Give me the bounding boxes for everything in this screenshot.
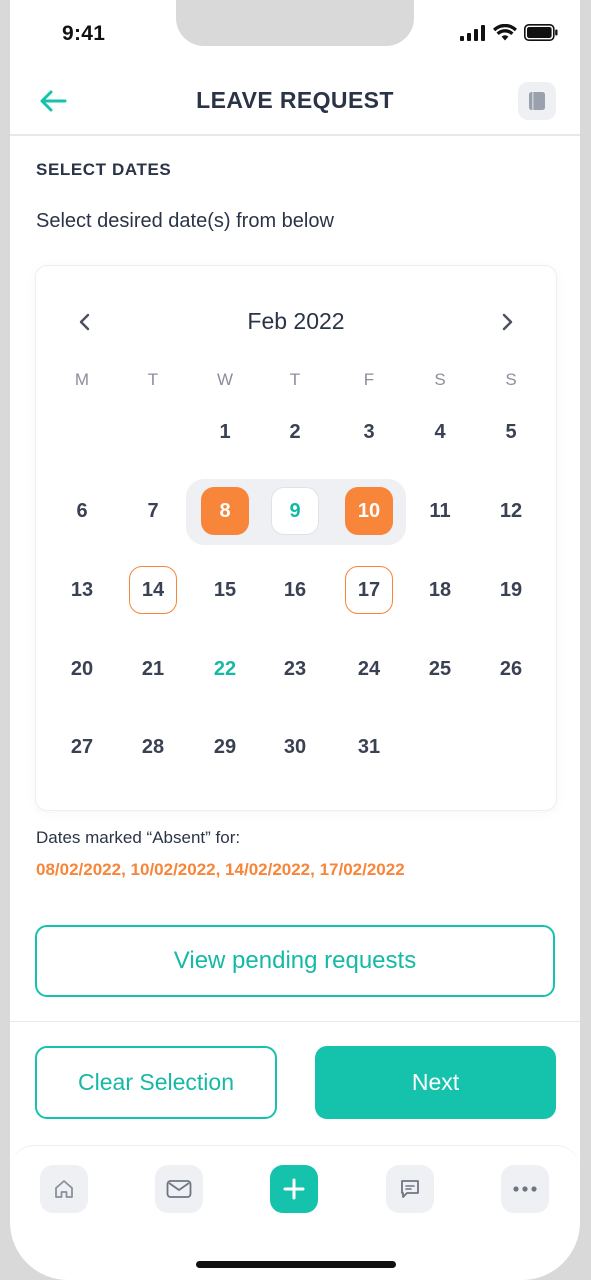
weekday-sun: S — [505, 370, 517, 389]
phone-screen: 9:41 LEAVE REQUEST SELECT DATES Select d… — [10, 0, 580, 1280]
clear-selection-button[interactable]: Clear Selection — [35, 1046, 277, 1119]
calendar-day-absent[interactable]: 10 — [345, 487, 393, 535]
calendar-day[interactable]: 2 — [271, 408, 319, 456]
calendar-day[interactable]: 26 — [487, 645, 535, 693]
plus-icon — [283, 1178, 305, 1200]
calendar-day[interactable]: 4 — [416, 408, 464, 456]
calendar-day[interactable]: 11 — [416, 487, 464, 535]
weekday-mon: M — [74, 370, 90, 389]
weekday-wed: W — [216, 370, 234, 389]
next-month-button[interactable] — [496, 310, 520, 334]
page-title: LEAVE REQUEST — [196, 87, 394, 113]
battery-icon — [524, 24, 558, 41]
calendar-day[interactable]: 30 — [271, 723, 319, 771]
calendar-day[interactable]: 6 — [58, 487, 106, 535]
calendar-day-absent-outlined[interactable]: 14 — [129, 566, 177, 614]
tab-home[interactable] — [40, 1165, 88, 1213]
tab-more[interactable] — [501, 1165, 549, 1213]
calendar-day[interactable]: 18 — [416, 566, 464, 614]
calendar-day[interactable]: 21 — [129, 645, 177, 693]
calendar-day[interactable]: 27 — [58, 723, 106, 771]
chat-icon — [401, 1180, 419, 1198]
divider — [10, 1021, 580, 1022]
chevron-right-icon — [502, 313, 513, 331]
calendar: Feb 2022 M T W T F S S 1 2 3 4 5 6 7 8 9… — [35, 265, 557, 811]
calendar-day[interactable]: 7 — [129, 487, 177, 535]
calendar-day-selected[interactable]: 9 — [271, 487, 319, 535]
weekday-sat: S — [434, 370, 446, 389]
section-label: SELECT DATES — [36, 160, 172, 179]
calendar-day[interactable]: 12 — [487, 487, 535, 535]
calendar-day[interactable]: 13 — [58, 566, 106, 614]
calendar-day[interactable]: 1 — [201, 408, 249, 456]
calendar-day[interactable]: 20 — [58, 645, 106, 693]
tab-bar — [10, 1145, 580, 1246]
signal-icon — [460, 24, 485, 41]
tab-mail[interactable] — [155, 1165, 203, 1213]
calendar-day-absent[interactable]: 8 — [201, 487, 249, 535]
calendar-day[interactable]: 15 — [201, 566, 249, 614]
header: LEAVE REQUEST — [10, 70, 580, 136]
weekday-tue: T — [147, 370, 159, 389]
status-icons — [460, 24, 558, 41]
calendar-day[interactable]: 23 — [271, 645, 319, 693]
view-pending-requests-button[interactable]: View pending requests — [35, 925, 555, 997]
calendar-day[interactable]: 29 — [201, 723, 249, 771]
guide-button[interactable] — [518, 82, 556, 120]
calendar-day[interactable]: 5 — [487, 408, 535, 456]
mail-icon — [166, 1180, 192, 1198]
absent-dates: 08/02/2022, 10/02/2022, 14/02/2022, 17/0… — [36, 860, 405, 879]
instruction-text: Select desired date(s) from below — [36, 210, 334, 232]
calendar-day[interactable]: 28 — [129, 723, 177, 771]
calendar-day[interactable]: 16 — [271, 566, 319, 614]
book-icon — [529, 92, 545, 110]
status-time: 9:41 — [62, 22, 106, 45]
more-icon — [513, 1186, 537, 1192]
home-icon — [55, 1180, 73, 1198]
calendar-day[interactable]: 19 — [487, 566, 535, 614]
tab-messages[interactable] — [386, 1165, 434, 1213]
notch — [176, 0, 414, 46]
tab-add[interactable] — [270, 1165, 318, 1213]
weekday-thu: T — [289, 370, 301, 389]
weekday-fri: F — [363, 370, 375, 389]
calendar-day-absent-outlined[interactable]: 17 — [345, 566, 393, 614]
next-button[interactable]: Next — [315, 1046, 556, 1119]
wifi-icon — [493, 24, 517, 41]
home-indicator — [196, 1261, 396, 1268]
calendar-day-today[interactable]: 22 — [201, 645, 249, 693]
calendar-day[interactable]: 3 — [345, 408, 393, 456]
calendar-day[interactable]: 25 — [416, 645, 464, 693]
calendar-day[interactable]: 24 — [345, 645, 393, 693]
calendar-month: Feb 2022 — [247, 308, 345, 334]
calendar-day[interactable]: 31 — [345, 723, 393, 771]
absent-label: Dates marked “Absent” for: — [36, 828, 241, 847]
